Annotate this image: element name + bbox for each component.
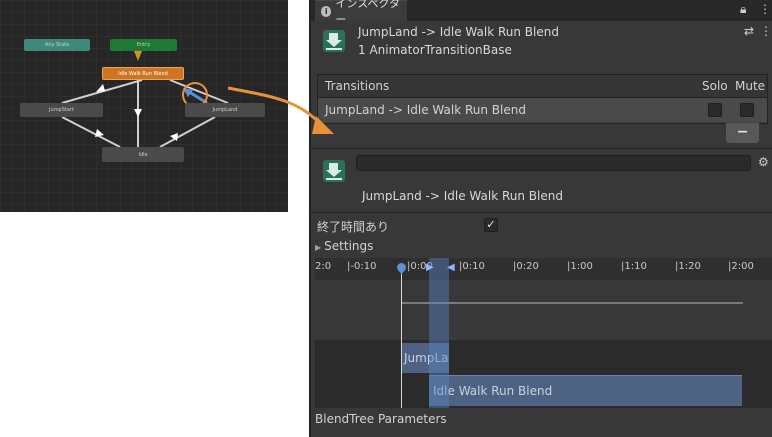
transition-overlap-region[interactable] [429, 258, 449, 408]
mute-column-label: Mute [735, 79, 766, 93]
remove-transition-button[interactable]: − [726, 123, 759, 143]
animator-graph[interactable]: Any State Entry Idle Walk Run Blend Jump… [0, 0, 288, 212]
transitions-header: Transitions Solo Mute [318, 75, 767, 98]
tick-label: |1:20 [675, 261, 701, 272]
settings-foldout[interactable]: ▶ Settings [315, 239, 373, 253]
transition-start-handle-icon[interactable]: ▶ [426, 262, 434, 273]
preset-settings-icon[interactable]: ⇄ [744, 24, 754, 38]
tick-label: |2:00 [728, 261, 754, 272]
timeline-ruler: 2:0 |-0:10 |0:00 |0:10 |0:20 |1:00 |1:10… [315, 258, 772, 280]
settings-label: Settings [324, 239, 374, 253]
info-icon: i [321, 5, 332, 17]
tab-inspector[interactable]: i インスペクター [315, 0, 407, 26]
blend-tree-node[interactable]: Idle Walk Run Blend [102, 67, 184, 80]
lock-icon[interactable]: 🔒︎ [740, 2, 746, 17]
inspector-tab-bar: i インスペクター 🔒︎ ⋮ [311, 0, 772, 26]
jump-start-node[interactable]: JumpStart [20, 103, 103, 117]
tick-label: |-0:10 [347, 261, 377, 272]
transitions-list: Transitions Solo Mute JumpLand -> Idle W… [317, 74, 768, 124]
header-title: JumpLand -> Idle Walk Run Blend [358, 25, 559, 39]
header-kebab-icon[interactable]: ⋮ [760, 24, 772, 38]
inspector-panel: i インスペクター 🔒︎ ⋮ JumpLand -> Idle Walk Run… [309, 0, 772, 437]
transition-icon [323, 160, 345, 182]
transition-timeline[interactable]: 2:0 |-0:10 |0:00 |0:10 |0:20 |1:00 |1:10… [315, 258, 772, 408]
tick-label: |1:10 [621, 261, 647, 272]
transitions-heading: Transitions [325, 79, 390, 93]
solo-column-label: Solo [702, 79, 728, 93]
any-state-node[interactable]: Any State [24, 39, 90, 51]
tick-label: |1:00 [567, 261, 593, 272]
has-exit-time-label: 終了時間あり [317, 220, 390, 234]
gear-icon[interactable]: ⚙ [758, 155, 769, 169]
tick-label: |0:20 [513, 261, 539, 272]
solo-checkbox[interactable] [708, 103, 722, 117]
header-subtitle: 1 AnimatorTransitionBase [358, 43, 512, 57]
divider [311, 212, 772, 213]
mute-checkbox[interactable] [740, 103, 754, 117]
transition-end-handle-icon[interactable]: ◀ [447, 262, 455, 273]
transition-row-label: JumpLand -> Idle Walk Run Blend [325, 103, 526, 117]
menu-kebab-icon[interactable]: ⋮ [759, 2, 771, 16]
transition-row[interactable]: JumpLand -> Idle Walk Run Blend [318, 98, 767, 122]
divider [311, 148, 772, 149]
tab-label: インスペクター [335, 0, 400, 26]
destination-clip-bar[interactable]: Idle Walk Run Blend [429, 375, 742, 406]
transition-title: JumpLand -> Idle Walk Run Blend [362, 189, 563, 203]
transition-icon [323, 30, 345, 52]
blendtree-parameters-label: BlendTree Parameters [315, 412, 447, 426]
idle-node[interactable]: Idle [102, 147, 184, 162]
tick-label: |0:10 [459, 261, 485, 272]
weight-curve-area [315, 280, 772, 340]
exit-time-line [401, 270, 402, 408]
transition-name-field[interactable] [356, 155, 751, 171]
tick-label: 2:0 [315, 261, 332, 272]
entry-node[interactable]: Entry [110, 39, 177, 51]
has-exit-time-checkbox[interactable]: ✓ [484, 218, 498, 232]
jump-land-node[interactable]: JumpLand [185, 103, 265, 117]
weight-curve-line [401, 302, 743, 304]
foldout-arrow-icon: ▶ [315, 243, 322, 252]
screenshot-root: Any State Entry Idle Walk Run Blend Jump… [0, 0, 772, 437]
